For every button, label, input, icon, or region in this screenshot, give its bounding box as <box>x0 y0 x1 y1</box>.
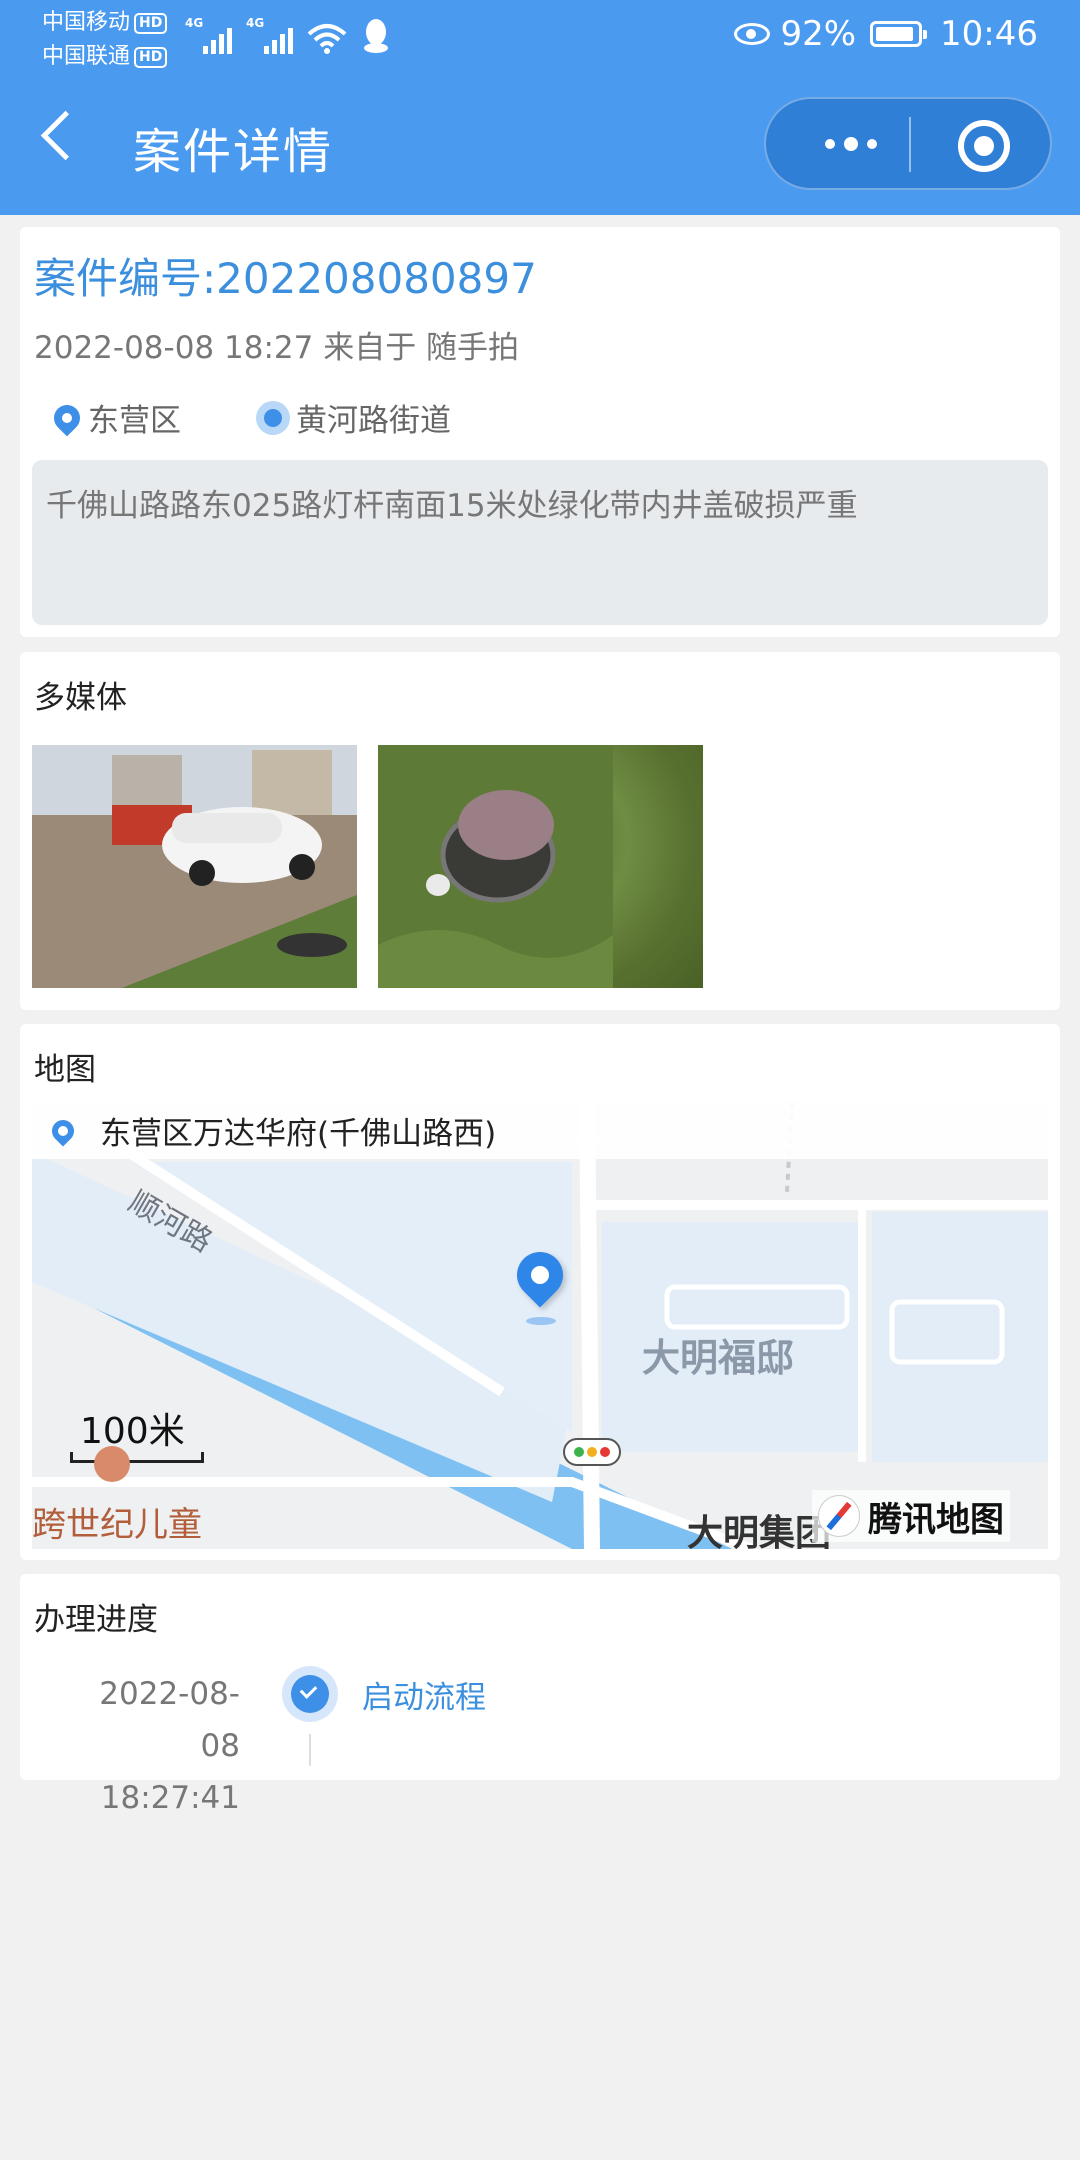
map-title: 地图 <box>34 1052 96 1088</box>
street-label: 黄河路街道 <box>296 403 451 439</box>
scale-bar <box>70 1452 204 1463</box>
location-pin-icon <box>48 399 86 436</box>
battery-icon <box>870 21 928 47</box>
map-view[interactable]: 东营区万达华府(千佛山路西) 顺河路 大明福邸 100米 跨世纪儿童 大明集团 … <box>32 1102 1048 1549</box>
network-type: 4G <box>246 16 265 30</box>
record-circle-icon[interactable] <box>958 120 1010 172</box>
map-brand-label: 腾讯地图 <box>868 1499 1004 1540</box>
case-description: 千佛山路路东025路灯杆南面15米处绿化带内井盖破损严重 <box>32 460 1048 625</box>
district-label: 东营区 <box>88 403 181 439</box>
poi2-label: 大明集团 <box>687 1513 832 1549</box>
case-id: 案件编号:202208080897 <box>34 254 537 303</box>
carrier-2: 中国联通 <box>42 44 131 69</box>
wifi-icon <box>307 24 347 54</box>
map-address: 东营区万达华府(千佛山路西) <box>100 1116 497 1152</box>
progress-date: 2022-08-08 <box>99 1676 240 1764</box>
progress-time: 18:27:41 <box>100 1780 240 1816</box>
eye-comfort-icon <box>734 23 771 45</box>
network-type: 4G <box>185 16 204 30</box>
media-photo-2[interactable] <box>378 745 703 988</box>
status-carriers: 中国移动 HD 中国联通 HD <box>42 6 168 74</box>
photo-manhole-cover <box>378 745 613 988</box>
district-tag: 东营区 <box>48 395 181 440</box>
progress-card: 办理进度 2022-08-08 18:27:41 启动流程 <box>20 1574 1060 1816</box>
map-base <box>32 1102 1048 1549</box>
photo-cars-street <box>32 745 357 988</box>
media-photo-1[interactable] <box>32 745 357 988</box>
hd-badge: HD <box>134 46 168 68</box>
signal-icons: 4G 4G <box>185 16 391 54</box>
compass-icon <box>818 1495 860 1537</box>
progress-step-label: 启动流程 <box>362 1680 486 1716</box>
media-card: 多媒体 <box>20 652 1060 1010</box>
poi-icon <box>94 1446 130 1482</box>
progress-timestamp: 2022-08-08 18:27:41 <box>80 1668 240 1824</box>
mini-program-capsule[interactable] <box>764 97 1052 190</box>
more-dots-icon[interactable] <box>806 131 896 157</box>
hd-badge: HD <box>134 12 168 34</box>
street-tag: 黄河路街道 <box>256 395 451 440</box>
location-pin-icon <box>47 1114 79 1147</box>
timeline-line <box>309 1734 311 1766</box>
map-marker-shadow <box>526 1317 556 1325</box>
app-header: 中国移动 HD 中国联通 HD 4G 4G 92% 10:46 案件详情 <box>0 0 1080 215</box>
chevron-left-icon[interactable] <box>40 110 91 161</box>
area-label: 大明福邸 <box>642 1336 795 1380</box>
traffic-light-icon <box>563 1438 621 1466</box>
map-card: 地图 东营区万达华府(千佛山路西) 顺河路 大明福邸 100米 跨世纪儿童 大明… <box>20 1024 1060 1560</box>
media-title: 多媒体 <box>34 680 127 716</box>
progress-title: 办理进度 <box>34 1602 158 1638</box>
status-right: 92% 10:46 <box>734 14 1038 54</box>
signal-icon: 4G <box>246 16 293 54</box>
scale-label: 100米 <box>80 1411 185 1452</box>
signal-icon: 4G <box>185 16 232 54</box>
case-info-card: 案件编号:202208080897 2022-08-08 18:27 来自于 随… <box>20 227 1060 637</box>
capsule-divider <box>909 117 911 172</box>
clock: 10:46 <box>940 14 1038 54</box>
map-address-bar: 东营区万达华府(千佛山路西) <box>32 1102 1048 1159</box>
qq-icon <box>364 19 388 53</box>
battery-percent: 92% <box>780 14 857 54</box>
poi-label: 跨世纪儿童 <box>32 1505 202 1545</box>
case-meta: 2022-08-08 18:27 来自于 随手拍 <box>34 330 520 366</box>
map-brand: 腾讯地图 <box>812 1490 1010 1542</box>
page-title: 案件详情 <box>133 124 334 180</box>
locate-target-icon <box>256 400 290 435</box>
carrier-1: 中国移动 <box>42 10 131 35</box>
